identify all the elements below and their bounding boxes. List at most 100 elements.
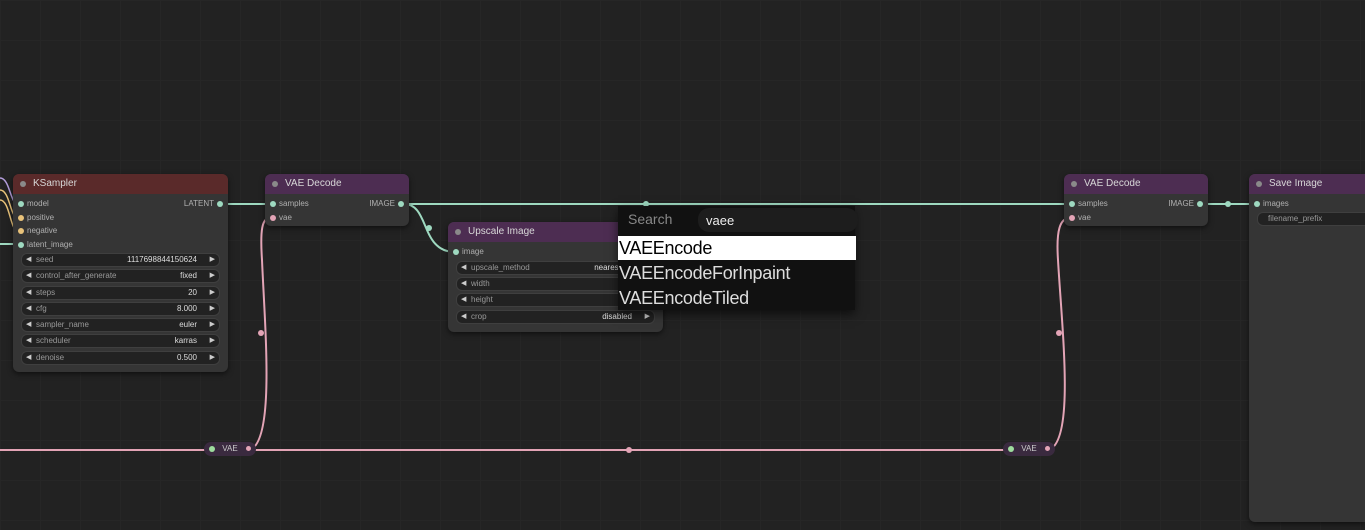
decrement-arrow-icon[interactable]: ◀ bbox=[461, 294, 466, 306]
reroute-input-dot[interactable] bbox=[1008, 446, 1014, 452]
reroute-input-dot[interactable] bbox=[209, 446, 215, 452]
widget-seed[interactable]: ◀ seed 1117698844150624 ▶ bbox=[21, 253, 220, 267]
input-positive[interactable]: positive bbox=[13, 212, 54, 224]
save-image-node[interactable]: Save Image images filename_prefix bbox=[1249, 174, 1365, 522]
node-title-text: Upscale Image bbox=[468, 226, 535, 237]
slot-label: images bbox=[1263, 199, 1289, 208]
decrement-arrow-icon[interactable]: ◀ bbox=[26, 319, 31, 331]
search-result-item[interactable]: VAEEncodeTiled bbox=[618, 286, 856, 310]
reroute-vae-2[interactable]: VAE bbox=[1003, 442, 1055, 456]
input-negative[interactable]: negative bbox=[13, 225, 57, 237]
ksampler-title[interactable]: KSampler bbox=[13, 174, 228, 194]
reroute-label: VAE bbox=[1021, 444, 1037, 453]
collapse-dot-icon[interactable] bbox=[272, 181, 278, 187]
widget-label: upscale_method bbox=[471, 263, 530, 272]
search-input[interactable] bbox=[698, 208, 858, 232]
collapse-dot-icon[interactable] bbox=[1071, 181, 1077, 187]
widget-value: 8.000 bbox=[176, 304, 197, 313]
input-samples[interactable]: samples bbox=[1064, 198, 1108, 210]
search-result-item[interactable]: VAEEncodeForInpaint bbox=[618, 261, 856, 285]
decrement-arrow-icon[interactable]: ◀ bbox=[461, 262, 466, 274]
slot-label: vae bbox=[279, 213, 292, 222]
input-vae[interactable]: vae bbox=[265, 212, 292, 224]
slot-label: positive bbox=[27, 213, 55, 222]
widget-value: 1117698844150624 bbox=[127, 255, 197, 264]
slot-label: image bbox=[462, 247, 484, 256]
decrement-arrow-icon[interactable]: ◀ bbox=[26, 287, 31, 299]
collapse-dot-icon[interactable] bbox=[20, 181, 26, 187]
increment-arrow-icon[interactable]: ▶ bbox=[645, 311, 650, 323]
node-search-dialog[interactable]: Search VAEEncode VAEEncodeForInpaint VAE… bbox=[618, 206, 858, 310]
decrement-arrow-icon[interactable]: ◀ bbox=[26, 254, 31, 266]
node-title-text: KSampler bbox=[33, 178, 77, 189]
increment-arrow-icon[interactable]: ▶ bbox=[210, 335, 215, 347]
widget-scheduler[interactable]: ◀ scheduler karras ▶ bbox=[21, 334, 220, 348]
widget-value: 20 bbox=[188, 288, 197, 297]
slot-label: IMAGE bbox=[369, 199, 395, 208]
widget-control-after-generate[interactable]: ◀ control_after_generate fixed ▶ bbox=[21, 269, 220, 283]
widget-label: height bbox=[471, 295, 493, 304]
output-latent[interactable]: LATENT bbox=[184, 198, 228, 210]
decrement-arrow-icon[interactable]: ◀ bbox=[26, 270, 31, 282]
slot-label: IMAGE bbox=[1168, 199, 1194, 208]
widget-denoise[interactable]: ◀ denoise 0.500 ▶ bbox=[21, 351, 220, 365]
slot-label: LATENT bbox=[183, 199, 214, 208]
widget-value: disabled bbox=[602, 312, 632, 321]
widget-label: filename_prefix bbox=[1268, 214, 1323, 223]
vae-decode-title[interactable]: VAE Decode bbox=[265, 174, 409, 194]
input-model[interactable]: model bbox=[13, 198, 49, 210]
decrement-arrow-icon[interactable]: ◀ bbox=[26, 303, 31, 315]
save-image-title[interactable]: Save Image bbox=[1249, 174, 1365, 194]
increment-arrow-icon[interactable]: ▶ bbox=[210, 303, 215, 315]
reroute-output-dot[interactable] bbox=[246, 446, 251, 451]
widget-cfg[interactable]: ◀ cfg 8.000 ▶ bbox=[21, 302, 220, 316]
increment-arrow-icon[interactable]: ▶ bbox=[210, 270, 215, 282]
decrement-arrow-icon[interactable]: ◀ bbox=[26, 335, 31, 347]
decrement-arrow-icon[interactable]: ◀ bbox=[461, 278, 466, 290]
vae-decode-title[interactable]: VAE Decode bbox=[1064, 174, 1208, 194]
reroute-output-dot[interactable] bbox=[1045, 446, 1050, 451]
widget-label: crop bbox=[471, 312, 487, 321]
reroute-label: VAE bbox=[222, 444, 238, 453]
collapse-dot-icon[interactable] bbox=[455, 229, 461, 235]
node-title-text: VAE Decode bbox=[285, 178, 342, 189]
vae-decode-node-2[interactable]: VAE Decode samples vae IMAGE bbox=[1064, 174, 1208, 226]
input-image[interactable]: image bbox=[448, 246, 484, 258]
increment-arrow-icon[interactable]: ▶ bbox=[210, 319, 215, 331]
input-latent-image[interactable]: latent_image bbox=[13, 239, 73, 251]
search-label: Search bbox=[628, 211, 673, 227]
widget-value: fixed bbox=[180, 271, 197, 280]
increment-arrow-icon[interactable]: ▶ bbox=[210, 287, 215, 299]
slot-label: negative bbox=[27, 226, 58, 235]
widget-filename-prefix[interactable]: filename_prefix bbox=[1257, 212, 1365, 226]
increment-arrow-icon[interactable]: ▶ bbox=[210, 254, 215, 266]
search-result-item[interactable]: VAEEncode bbox=[618, 236, 856, 260]
decrement-arrow-icon[interactable]: ◀ bbox=[26, 352, 31, 364]
widget-label: width bbox=[471, 279, 490, 288]
reroute-vae-1[interactable]: VAE bbox=[204, 442, 256, 456]
widget-value: 0.500 bbox=[176, 353, 197, 362]
input-vae[interactable]: vae bbox=[1064, 212, 1091, 224]
widget-steps[interactable]: ◀ steps 20 ▶ bbox=[21, 286, 220, 300]
output-image[interactable]: IMAGE bbox=[1168, 198, 1208, 210]
input-images[interactable]: images bbox=[1249, 198, 1289, 210]
decrement-arrow-icon[interactable]: ◀ bbox=[461, 311, 466, 323]
widget-crop[interactable]: ◀ crop disabled ▶ bbox=[456, 310, 655, 324]
ksampler-node[interactable]: KSampler model positive negative latent_… bbox=[13, 174, 228, 372]
collapse-dot-icon[interactable] bbox=[1256, 181, 1262, 187]
input-samples[interactable]: samples bbox=[265, 198, 309, 210]
slot-label: latent_image bbox=[27, 240, 73, 249]
output-image[interactable]: IMAGE bbox=[369, 198, 409, 210]
widget-label: scheduler bbox=[36, 336, 71, 345]
widget-label: sampler_name bbox=[36, 320, 89, 329]
widget-value: karras bbox=[174, 336, 197, 345]
increment-arrow-icon[interactable]: ▶ bbox=[210, 352, 215, 364]
vae-decode-node-1[interactable]: VAE Decode samples vae IMAGE bbox=[265, 174, 409, 226]
slot-label: model bbox=[27, 199, 49, 208]
widget-label: cfg bbox=[36, 304, 47, 313]
widget-label: steps bbox=[36, 288, 56, 297]
widget-sampler-name[interactable]: ◀ sampler_name euler ▶ bbox=[21, 318, 220, 332]
widget-value: euler bbox=[179, 320, 197, 329]
node-title-text: Save Image bbox=[1269, 178, 1323, 189]
slot-label: samples bbox=[279, 199, 309, 208]
